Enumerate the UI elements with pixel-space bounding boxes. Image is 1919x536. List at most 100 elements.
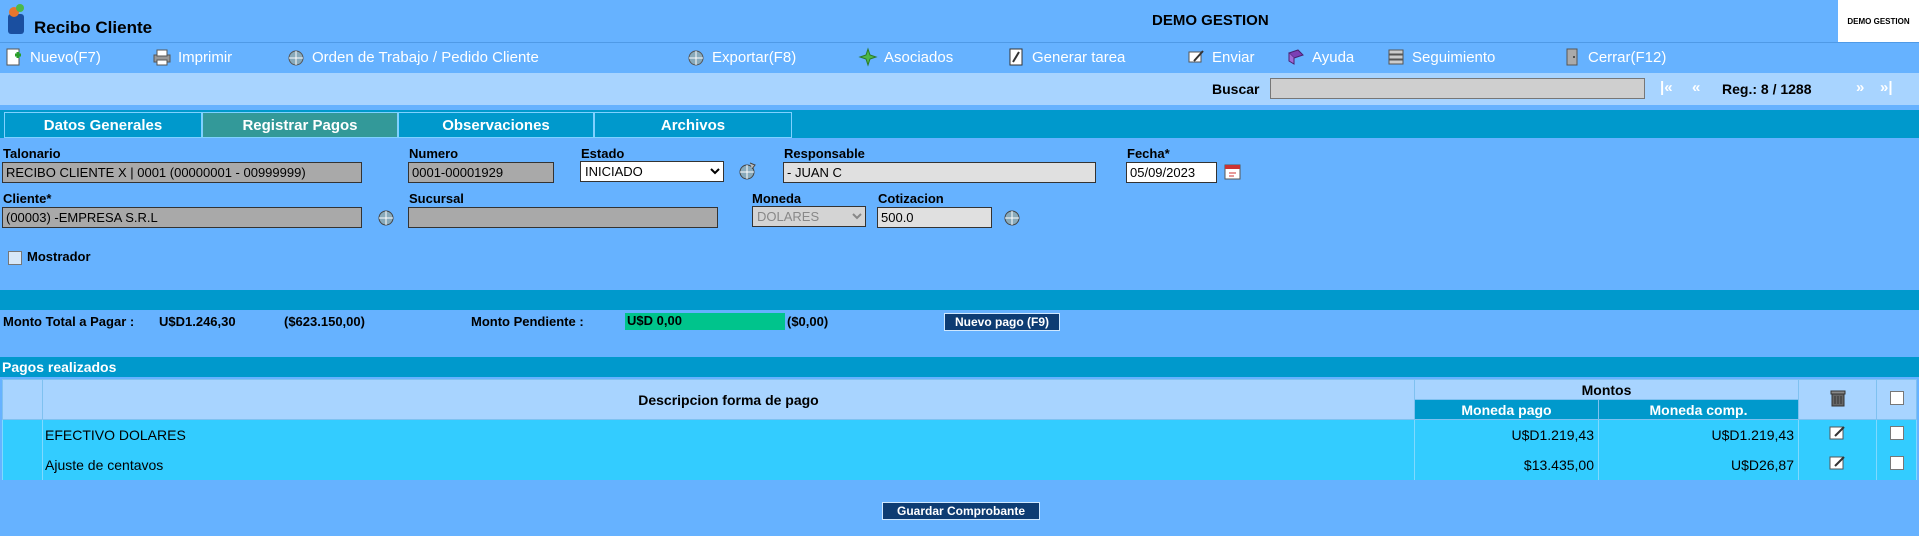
estado-select[interactable]: INICIADO [580, 161, 724, 182]
cotizacion-label: Cotizacion [878, 191, 944, 206]
payment-moneda-comp: U$D26,87 [1598, 449, 1799, 480]
send-button[interactable]: Enviar [1186, 47, 1255, 67]
row-selector-header [2, 379, 43, 420]
moneda-pago-header: Moneda pago [1414, 399, 1599, 420]
payment-desc: EFECTIVO DOLARES [42, 419, 1415, 450]
globe-icon [288, 50, 304, 66]
print-button[interactable]: Imprimir [152, 47, 232, 67]
close-button[interactable]: Cerrar(F12) [1562, 47, 1666, 67]
generate-task-button[interactable]: Generar tarea [1006, 47, 1125, 67]
moneda-comp-header: Moneda comp. [1598, 399, 1799, 420]
estado-label: Estado [581, 146, 625, 161]
section-divider [0, 290, 1919, 310]
save-receipt-button[interactable]: Guardar Comprobante [882, 502, 1040, 520]
fecha-label: Fecha* [1127, 146, 1170, 161]
associates-button-label: Asociados [884, 48, 954, 66]
pending-ars: ($0,00) [787, 314, 829, 329]
nav-next-button[interactable]: » [1856, 79, 1864, 96]
search-bar: Buscar |« « Reg.: 8 / 1288 » »| [0, 73, 1919, 105]
numero-field[interactable] [408, 162, 554, 183]
close-button-label: Cerrar(F12) [1588, 48, 1667, 66]
row-selector[interactable] [2, 419, 43, 450]
tab-archivos[interactable]: Archivos [594, 112, 792, 138]
calendar-icon[interactable] [1222, 161, 1244, 183]
row-checkbox-cell [1876, 419, 1917, 450]
payments-table: Descripcion forma de pago Montos Moneda … [2, 379, 1917, 480]
cotizacion-field[interactable] [877, 207, 992, 228]
sucursal-label: Sucursal [409, 191, 464, 206]
toolbar: Nuevo(F7) Imprimir Orden de Trabajo / Pe… [0, 42, 1919, 72]
tracking-button-label: Seguimiento [1412, 48, 1496, 66]
send-button-label: Enviar [1212, 48, 1255, 66]
edit-icon[interactable] [1828, 424, 1848, 442]
nav-last-button[interactable]: »| [1880, 79, 1893, 96]
pending-label: Monto Pendiente : [471, 314, 584, 329]
printer-icon [153, 49, 171, 66]
moneda-select[interactable]: DOLARES [752, 206, 866, 227]
cliente-label: Cliente* [3, 191, 52, 206]
talonario-field[interactable] [2, 162, 362, 183]
select-all-checkbox[interactable] [1889, 391, 1904, 405]
cliente-field[interactable] [2, 207, 362, 228]
row-checkbox[interactable] [1889, 456, 1904, 470]
export-button[interactable]: Exportar(F8) [686, 47, 796, 67]
task-icon [1009, 48, 1023, 66]
mostrador-label: Mostrador [27, 249, 91, 264]
total-label: Monto Total a Pagar : [3, 314, 135, 329]
title-bar: Recibo Cliente DEMO GESTION DEMO GESTION [0, 0, 1919, 42]
table-row[interactable]: EFECTIVO DOLARES U$D1.219,43 U$D1.219,43 [2, 419, 1917, 450]
sucursal-field[interactable] [408, 207, 718, 228]
company-badge: DEMO GESTION [1838, 0, 1919, 42]
cotizacion-globe-icon[interactable] [1001, 206, 1023, 228]
row-checkbox[interactable] [1889, 426, 1904, 441]
help-button-label: Ayuda [1312, 48, 1355, 66]
search-input[interactable] [1270, 78, 1645, 99]
estado-globe-icon[interactable] [736, 160, 758, 182]
tab-observaciones[interactable]: Observaciones [398, 112, 594, 138]
moneda-label: Moneda [752, 191, 802, 206]
desc-header: Descripcion forma de pago [42, 379, 1415, 420]
select-all-header [1876, 379, 1917, 420]
row-selector[interactable] [2, 449, 43, 480]
row-checkbox-cell [1876, 449, 1917, 480]
nav-prev-button[interactable]: « [1692, 79, 1700, 96]
edit-cell [1798, 419, 1877, 450]
responsable-label: Responsable [784, 146, 865, 161]
table-row[interactable]: Ajuste de centavos $13.435,00 U$D26,87 [2, 449, 1917, 480]
payment-moneda-pago: U$D1.219,43 [1414, 419, 1599, 450]
tracking-icon [1388, 49, 1404, 65]
company-title: DEMO GESTION [1152, 12, 1269, 29]
help-button[interactable]: Ayuda [1286, 47, 1354, 67]
mostrador-checkbox[interactable] [8, 251, 22, 265]
tab-bar: Datos Generales Registrar Pagos Observac… [0, 110, 1919, 138]
edit-cell [1798, 449, 1877, 480]
new-payment-button[interactable]: Nuevo pago (F9) [944, 313, 1060, 331]
fecha-field[interactable] [1126, 162, 1217, 183]
help-book-icon [1288, 49, 1304, 65]
tracking-button[interactable]: Seguimiento [1386, 47, 1495, 67]
payment-desc: Ajuste de centavos [42, 449, 1415, 480]
total-usd: U$D1.246,30 [159, 314, 236, 329]
send-icon [1188, 50, 1204, 63]
payment-moneda-comp: U$D1.219,43 [1598, 419, 1799, 450]
app-logo-icon [8, 4, 24, 34]
generate-task-button-label: Generar tarea [1032, 48, 1126, 66]
talonario-label: Talonario [3, 146, 61, 161]
trash-icon[interactable] [1827, 387, 1849, 409]
new-button[interactable]: Nuevo(F7) [4, 47, 101, 67]
search-label: Buscar [1212, 81, 1260, 97]
tab-datos-generales[interactable]: Datos Generales [4, 112, 202, 138]
responsable-field[interactable] [783, 162, 1096, 183]
edit-icon[interactable] [1828, 454, 1848, 472]
payments-section-title: Pagos realizados [0, 357, 1919, 377]
new-button-label: Nuevo(F7) [30, 48, 101, 66]
export-icon [688, 50, 704, 66]
tab-registrar-pagos[interactable]: Registrar Pagos [202, 112, 398, 138]
payment-moneda-pago: $13.435,00 [1414, 449, 1599, 480]
nav-first-button[interactable]: |« [1660, 79, 1673, 96]
cliente-search-globe-icon[interactable] [375, 206, 397, 228]
work-order-button[interactable]: Orden de Trabajo / Pedido Cliente [286, 47, 539, 67]
associates-button[interactable]: Asociados [858, 47, 953, 67]
work-order-button-label: Orden de Trabajo / Pedido Cliente [312, 48, 539, 66]
total-ars: ($623.150,00) [284, 314, 365, 329]
